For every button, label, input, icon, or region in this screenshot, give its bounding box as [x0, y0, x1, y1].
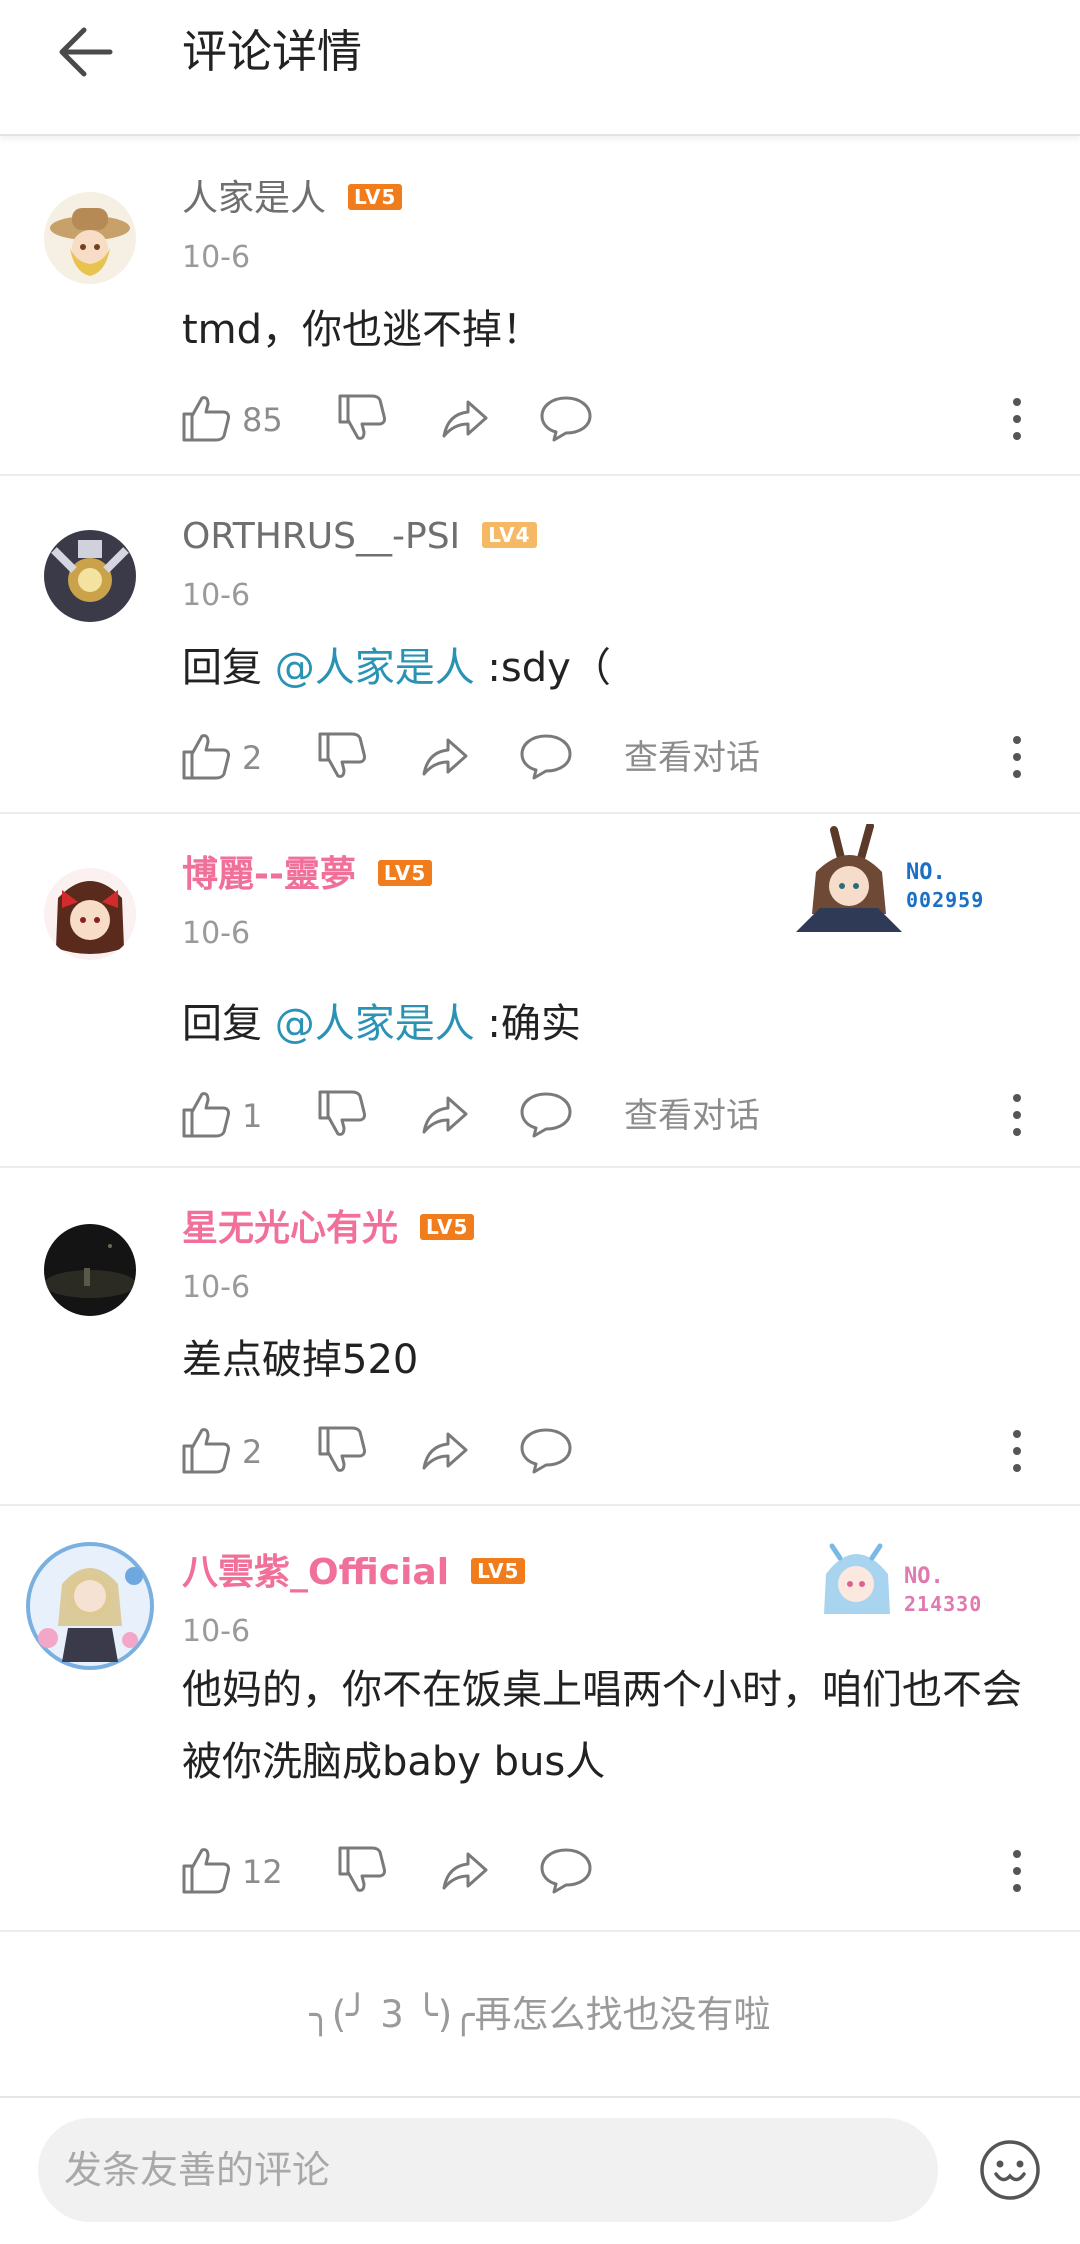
comment-date: 10-6 — [182, 1614, 251, 1649]
reply-text: :确实 — [474, 1001, 581, 1047]
view-dialog-link[interactable]: 查看对话 — [624, 1094, 760, 1138]
comment-actions: 2 — [178, 1422, 1058, 1482]
like-count: 12 — [242, 1853, 283, 1891]
more-options-icon[interactable] — [1002, 732, 1032, 782]
emoji-icon[interactable] — [978, 2138, 1042, 2202]
level-badge: LV5 — [348, 184, 403, 210]
end-of-list-message: ╮(╯ 3 ╰)╭再怎么找也没有啦 — [309, 1993, 771, 2036]
reply-icon[interactable] — [538, 1842, 594, 1898]
view-dialog-link[interactable]: 查看对话 — [624, 736, 760, 780]
reply-icon[interactable] — [518, 1422, 574, 1478]
like-icon[interactable] — [178, 390, 234, 446]
username[interactable]: 博麗--靈夢 LV5 — [182, 852, 433, 898]
comment-date: 10-6 — [182, 240, 251, 275]
like-icon[interactable] — [178, 1422, 234, 1478]
reply-text: :sdy（ — [474, 645, 611, 691]
dislike-icon[interactable] — [314, 1422, 370, 1478]
comment-text: 回复 @人家是人 :确实 — [182, 988, 1042, 1060]
comment-date: 10-6 — [182, 578, 251, 613]
comment-date: 10-6 — [182, 916, 251, 951]
comment-item: 人家是人 LV5 10-6 tmd，你也逃不掉！ 85 — [0, 136, 1080, 476]
comment-text: 差点破掉520 — [182, 1337, 419, 1383]
reply-icon[interactable] — [538, 390, 594, 446]
reply-prefix: 回复 — [182, 1001, 275, 1047]
username-text[interactable]: 博麗--靈夢 — [182, 854, 356, 895]
fan-badge-label: NO. — [906, 860, 946, 885]
like-count: 2 — [242, 1433, 263, 1471]
level-badge: LV5 — [471, 1558, 526, 1584]
page-title: 评论详情 — [182, 25, 363, 78]
mention-link[interactable]: @人家是人 — [275, 1001, 475, 1047]
more-options-icon[interactable] — [1002, 394, 1032, 444]
level-badge: LV5 — [377, 860, 433, 886]
more-options-icon[interactable] — [1002, 1846, 1032, 1896]
like-count: 1 — [242, 1097, 263, 1135]
share-icon[interactable] — [416, 728, 472, 784]
comment-actions: 85 — [178, 390, 1058, 450]
comment-actions: 2 查看对话 — [178, 728, 1058, 788]
level-badge: LV4 — [482, 522, 537, 548]
username[interactable]: 人家是人 LV5 — [182, 176, 403, 222]
dislike-icon[interactable] — [334, 390, 390, 446]
level-badge: LV5 — [420, 1214, 475, 1240]
more-options-icon[interactable] — [1002, 1426, 1032, 1476]
fan-badge-number: 214330 — [904, 1592, 983, 1616]
comment-item: ORTHRUS__-PSI LV4 10-6 回复 @人家是人 :sdy（ 2 查… — [0, 474, 1080, 814]
username-text[interactable]: 八雲紫_Official — [182, 1552, 449, 1593]
fan-badge: NO. 214330 — [816, 1534, 1016, 1630]
comment-text: tmd，你也逃不掉！ — [182, 307, 543, 353]
back-arrow-icon[interactable] — [56, 24, 116, 80]
fan-badge-label: NO. — [904, 1564, 944, 1589]
dislike-icon[interactable] — [334, 1842, 390, 1898]
fan-badge-character-icon — [796, 822, 902, 932]
username-text[interactable]: 星无光心有光 — [182, 1208, 398, 1249]
comment-text: 回复 @人家是人 :sdy（ — [182, 632, 1042, 704]
comment-input[interactable] — [38, 2118, 938, 2222]
like-count: 2 — [242, 739, 263, 777]
share-icon[interactable] — [416, 1086, 472, 1142]
username[interactable]: 星无光心有光 LV5 — [182, 1206, 475, 1252]
username[interactable]: ORTHRUS__-PSI LV4 — [182, 514, 537, 560]
like-icon[interactable] — [178, 728, 234, 784]
mention-link[interactable]: @人家是人 — [275, 645, 475, 691]
user-avatar[interactable] — [44, 530, 136, 622]
user-avatar[interactable] — [44, 868, 136, 960]
fan-badge: NO. 002959 — [786, 822, 1016, 934]
more-options-icon[interactable] — [1002, 1090, 1032, 1140]
comment-date: 10-6 — [182, 1270, 251, 1305]
reply-icon[interactable] — [518, 728, 574, 784]
username-text[interactable]: 人家是人 — [182, 178, 326, 219]
share-icon[interactable] — [436, 390, 492, 446]
comment-item: 星无光心有光 LV5 10-6 差点破掉520 2 — [0, 1166, 1080, 1506]
share-icon[interactable] — [436, 1842, 492, 1898]
username-text[interactable]: ORTHRUS__-PSI — [182, 516, 460, 557]
comment-item: 八雲紫_Official LV5 10-6 NO. 214330 他妈的，你不在饭… — [0, 1504, 1080, 1932]
like-icon[interactable] — [178, 1842, 234, 1898]
fan-badge-character-icon — [824, 1543, 890, 1614]
comment-text: 他妈的，你不在饭桌上唱两个小时，咱们也不会被你洗脑成baby bus人 — [182, 1667, 1022, 1785]
like-count: 85 — [242, 401, 283, 439]
reply-prefix: 回复 — [182, 645, 275, 691]
user-avatar[interactable] — [44, 192, 136, 284]
comment-item: 博麗--靈夢 LV5 10-6 NO. 002959 回复 @人家是人 :确实 1… — [0, 812, 1080, 1168]
comment-input-bar — [0, 2096, 1080, 2244]
dislike-icon[interactable] — [314, 728, 370, 784]
fan-badge-number: 002959 — [906, 888, 985, 912]
user-avatar[interactable] — [44, 1224, 136, 1316]
user-avatar[interactable] — [18, 1542, 162, 1672]
reply-icon[interactable] — [518, 1086, 574, 1142]
comment-actions: 1 查看对话 — [178, 1086, 1058, 1146]
dislike-icon[interactable] — [314, 1086, 370, 1142]
username[interactable]: 八雲紫_Official LV5 — [182, 1550, 526, 1596]
top-app-bar: 评论详情 — [0, 0, 1080, 136]
like-icon[interactable] — [178, 1086, 234, 1142]
share-icon[interactable] — [416, 1422, 472, 1478]
comment-actions: 12 — [178, 1842, 1058, 1902]
